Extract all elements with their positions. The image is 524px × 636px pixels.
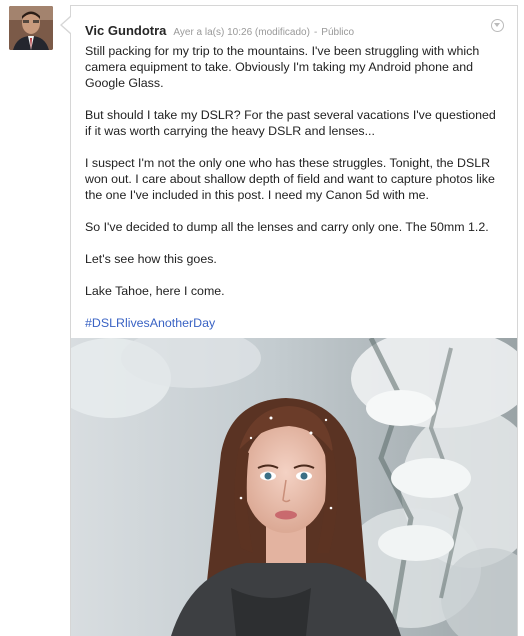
author-name[interactable]: Vic Gundotra — [85, 23, 166, 38]
card-pointer-inner — [62, 17, 71, 33]
attached-photo[interactable] — [71, 338, 517, 636]
chevron-down-icon[interactable] — [491, 19, 504, 32]
post-timestamp[interactable]: Ayer a la(s) 10:26 (modificado) — [173, 27, 310, 38]
meta-separator: - — [313, 27, 318, 38]
post-meta: Ayer a la(s) 10:26 (modificado) - Público — [173, 27, 354, 38]
post-paragraph: So I've decided to dump all the lenses a… — [85, 220, 489, 234]
post-paragraph: Still packing for my trip to the mountai… — [85, 44, 480, 90]
post-visibility[interactable]: Público — [321, 27, 354, 38]
post-paragraph: But should I take my DSLR? For the past … — [85, 108, 496, 138]
post-card: Vic Gundotra Ayer a la(s) 10:26 (modifica… — [62, 5, 518, 636]
post-paragraph: Lake Tahoe, here I come. — [85, 284, 225, 298]
avatar[interactable] — [9, 6, 53, 50]
author-avatar-image — [9, 6, 53, 50]
hashtag-link[interactable]: #DSLRlivesAnotherDay — [85, 316, 215, 330]
photo-image — [71, 338, 517, 636]
post-header: Vic Gundotra Ayer a la(s) 10:26 (modifica… — [85, 22, 354, 40]
post-paragraph: I suspect I'm not the only one who has t… — [85, 156, 495, 202]
post-body: Still packing for my trip to the mountai… — [85, 43, 505, 347]
post-paragraph: Let's see how this goes. — [85, 252, 217, 266]
